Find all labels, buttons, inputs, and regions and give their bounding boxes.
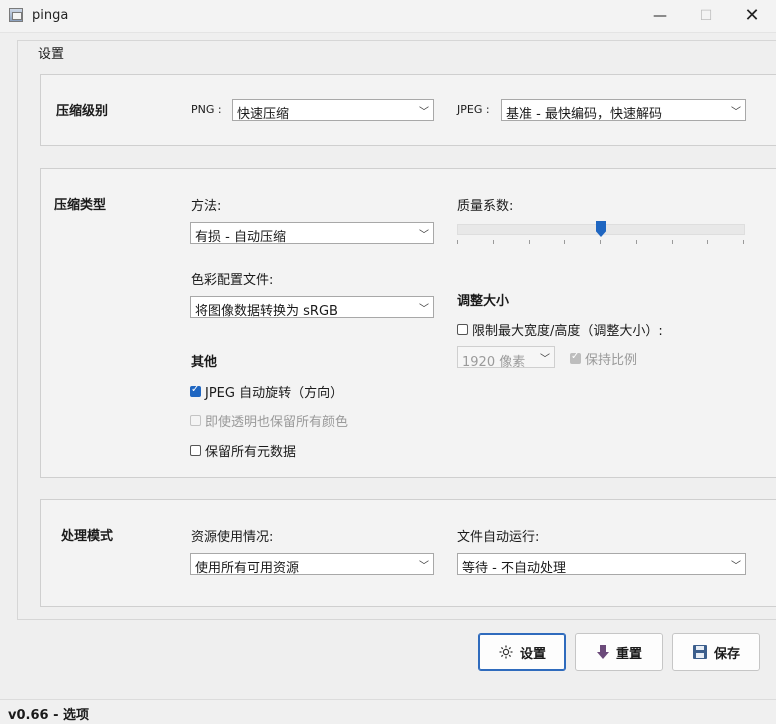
png-label: PNG :: [191, 103, 222, 116]
png-level-select[interactable]: 快速压缩 ﹀: [232, 99, 434, 122]
resource-label: 资源使用情况:: [191, 530, 274, 545]
png-level-value: 快速压缩: [237, 107, 290, 122]
method-value: 有损 - 自动压缩: [195, 230, 286, 245]
slider-tick: [457, 240, 458, 244]
keep-metadata-label: 保留所有元数据: [205, 445, 297, 460]
checkbox-icon: [190, 445, 201, 456]
keep-colors-checkbox[interactable]: 即使透明也保留所有颜色: [190, 411, 348, 430]
compression-level-title: 压缩级别: [56, 104, 109, 119]
maximize-icon[interactable]: ☐: [683, 0, 729, 32]
slider-tick: [493, 240, 494, 244]
chevron-down-icon: ﹀: [419, 561, 429, 572]
color-profile-label: 色彩配置文件:: [191, 273, 274, 288]
auto-run-value: 等待 - 不自动处理: [462, 561, 566, 576]
quality-label: 质量系数:: [457, 199, 514, 214]
close-icon[interactable]: ✕: [729, 0, 775, 32]
auto-run-label: 文件自动运行:: [457, 530, 540, 545]
slider-tick: [743, 240, 744, 244]
chevron-down-icon: ﹀: [731, 561, 741, 572]
max-size-select[interactable]: 1920 像素 ﹀: [457, 346, 555, 370]
jpeg-autorotate-label: JPEG 自动旋转（方向）: [205, 386, 344, 401]
settings-button[interactable]: 设置: [478, 633, 566, 671]
color-profile-select[interactable]: 将图像数据转换为 sRGB ﹀: [190, 296, 434, 319]
other-title: 其他: [191, 355, 218, 370]
slider-tick: [636, 240, 637, 244]
quality-slider[interactable]: [457, 221, 745, 245]
limit-size-label: 限制最大宽度/高度（调整大小）:: [472, 324, 663, 339]
chevron-down-icon: ﹀: [419, 304, 429, 315]
chevron-down-icon: ﹀: [731, 107, 741, 118]
max-size-value: 1920 像素: [462, 355, 526, 370]
keep-ratio-checkbox[interactable]: 保持比例: [570, 349, 637, 368]
compression-type-panel: [40, 168, 776, 478]
slider-tick: [529, 240, 530, 244]
floppy-disk-icon: [692, 644, 708, 660]
processing-mode-title: 处理模式: [61, 529, 114, 544]
checkbox-icon: [457, 324, 468, 335]
compression-type-title: 压缩类型: [54, 198, 107, 213]
resize-title: 调整大小: [457, 294, 510, 309]
status-bar: v0.66 - 选项: [0, 699, 776, 724]
gear-icon: [498, 644, 514, 660]
save-button[interactable]: 保存: [672, 633, 760, 671]
title-bar: pinga — ☐ ✕: [0, 0, 776, 33]
slider-tick: [672, 240, 673, 244]
color-profile-value: 将图像数据转换为 sRGB: [195, 304, 338, 319]
keep-metadata-checkbox[interactable]: 保留所有元数据: [190, 441, 296, 460]
slider-tick: [600, 240, 601, 244]
keep-ratio-label: 保持比例: [585, 353, 638, 368]
jpeg-level-value: 基准 - 最快编码，快速解码: [506, 107, 662, 122]
reset-button[interactable]: 重置: [575, 633, 663, 671]
resource-value: 使用所有可用资源: [195, 561, 300, 576]
app-window-icon: [9, 8, 23, 22]
status-text: v0.66 - 选项: [8, 708, 89, 723]
chevron-down-icon: ﹀: [419, 230, 429, 241]
method-label: 方法:: [191, 199, 222, 214]
resource-select[interactable]: 使用所有可用资源 ﹀: [190, 553, 434, 576]
keep-colors-label: 即使透明也保留所有颜色: [205, 415, 349, 430]
jpeg-autorotate-checkbox[interactable]: JPEG 自动旋转（方向）: [190, 382, 343, 401]
checkbox-checked-icon: [570, 351, 581, 364]
arrow-down-icon: [596, 644, 610, 660]
slider-tick: [707, 240, 708, 244]
jpeg-label: JPEG :: [457, 103, 490, 116]
chevron-down-icon: ﹀: [540, 354, 550, 365]
checkbox-checked-icon: [190, 384, 201, 397]
jpeg-level-select[interactable]: 基准 - 最快编码，快速解码 ﹀: [501, 99, 746, 122]
chevron-down-icon: ﹀: [419, 107, 429, 118]
limit-size-checkbox[interactable]: 限制最大宽度/高度（调整大小）:: [457, 320, 663, 339]
save-button-label: 保存: [713, 646, 740, 662]
settings-button-label: 设置: [519, 646, 546, 662]
settings-group-title: 设置: [36, 43, 67, 62]
slider-tick: [564, 240, 565, 244]
reset-button-label: 重置: [615, 646, 642, 662]
auto-run-select[interactable]: 等待 - 不自动处理 ﹀: [457, 553, 746, 576]
checkbox-icon: [190, 415, 201, 426]
minimize-icon[interactable]: —: [637, 0, 683, 32]
window-title: pinga: [32, 8, 69, 23]
method-select[interactable]: 有损 - 自动压缩 ﹀: [190, 222, 434, 245]
